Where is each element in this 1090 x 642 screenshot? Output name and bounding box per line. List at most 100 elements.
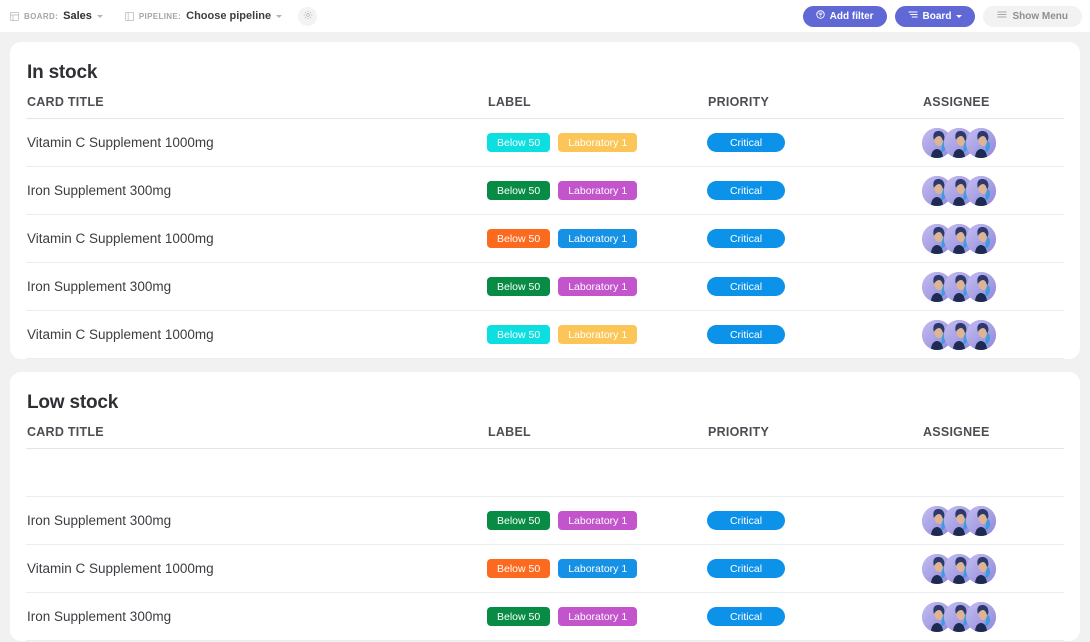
board-label: BOARD: bbox=[24, 11, 59, 21]
table-row[interactable]: Vitamin C Supplement 1000mg Below 50 Labor… bbox=[26, 544, 1064, 593]
card-title-text: Iron Supplement 300mg bbox=[27, 183, 172, 198]
cards-table: CARD TITLE LABEL PRIORITY ASSIGNEE Vitamin C… bbox=[26, 95, 1064, 359]
label-badge[interactable]: Laboratory 1 bbox=[558, 559, 638, 578]
settings-button[interactable] bbox=[298, 6, 318, 26]
label-badge[interactable]: Laboratory 1 bbox=[558, 511, 638, 530]
avatar[interactable] bbox=[966, 223, 996, 254]
chevron-down-icon[interactable] bbox=[276, 14, 283, 18]
label-badge[interactable]: Below 50 bbox=[487, 229, 551, 248]
toolbar-right-group: Add filter Board Show Menu bbox=[802, 5, 1082, 27]
label-badge[interactable]: Laboratory 1 bbox=[558, 181, 638, 200]
column-header-priority[interactable]: PRIORITY bbox=[707, 95, 922, 119]
label-badge[interactable]: Below 50 bbox=[487, 277, 551, 296]
column-header-assignee[interactable]: ASSIGNEE bbox=[922, 425, 1064, 449]
label-badge[interactable]: Below 50 bbox=[487, 607, 551, 626]
label-badge[interactable]: Below 50 bbox=[487, 181, 551, 200]
priority-badge[interactable]: Critical bbox=[707, 559, 785, 579]
assignee-avatars bbox=[922, 505, 1064, 536]
assignee-avatars bbox=[922, 601, 1064, 632]
group-title: Low stock bbox=[27, 392, 119, 413]
pipeline-selector[interactable]: PIPELINE: Choose pipeline bbox=[124, 10, 283, 22]
assignee-avatars bbox=[922, 319, 1064, 350]
label-badges: Below 50 Laboratory 1 bbox=[487, 229, 707, 248]
chevron-down-icon bbox=[956, 14, 963, 18]
table-row[interactable]: Iron Supplement 300mg Below 50 Laboratory … bbox=[26, 496, 1064, 545]
label-badges: Below 50 Laboratory 1 bbox=[487, 277, 707, 296]
avatar[interactable] bbox=[966, 553, 996, 584]
priority-badge[interactable]: Critical bbox=[707, 511, 785, 531]
pipeline-label: PIPELINE: bbox=[138, 11, 182, 21]
label-badge[interactable]: Laboratory 1 bbox=[558, 325, 638, 344]
filter-icon bbox=[815, 10, 825, 22]
avatar[interactable] bbox=[966, 601, 996, 632]
add-filter-button[interactable]: Add filter bbox=[802, 5, 887, 27]
chevron-down-icon[interactable] bbox=[96, 14, 103, 18]
priority-badge[interactable]: Critical bbox=[707, 607, 785, 627]
label-badge[interactable]: Laboratory 1 bbox=[558, 607, 638, 626]
view-switcher-button[interactable]: Board bbox=[894, 5, 976, 27]
table-row[interactable]: Iron Supplement 300mg Below 50 Laboratory … bbox=[26, 262, 1064, 311]
board-group-card: In stock CARD TITLE LABEL PRIORITY ASSIGNEE V… bbox=[10, 42, 1080, 359]
table-row[interactable]: Iron Supplement 300mg Below 50 Laboratory … bbox=[26, 166, 1064, 215]
table-row-empty bbox=[26, 448, 1064, 497]
top-toolbar: BOARD: Sales PIPELINE: Choose pipeline A… bbox=[0, 0, 1090, 32]
table-row[interactable]: Vitamin C Supplement 1000mg Below 50 Labor… bbox=[26, 310, 1064, 359]
table-header-row: CARD TITLE LABEL PRIORITY ASSIGNEE bbox=[26, 425, 1064, 449]
table-row[interactable]: Iron Supplement 300mg Below 50 Laboratory … bbox=[26, 592, 1064, 641]
view-switcher-label: Board bbox=[922, 10, 952, 22]
priority-badge[interactable]: Critical bbox=[707, 181, 785, 201]
priority-badge[interactable]: Critical bbox=[707, 133, 785, 153]
assignee-avatars bbox=[922, 175, 1064, 206]
card-title-text: Vitamin C Supplement 1000mg bbox=[27, 135, 214, 150]
card-title-text: Vitamin C Supplement 1000mg bbox=[27, 327, 214, 342]
label-badges: Below 50 Laboratory 1 bbox=[487, 559, 707, 578]
avatar[interactable] bbox=[966, 271, 996, 302]
assignee-avatars bbox=[922, 271, 1064, 302]
label-badges: Below 50 Laboratory 1 bbox=[487, 607, 707, 626]
gear-icon bbox=[303, 7, 313, 25]
assignee-avatars bbox=[922, 223, 1064, 254]
assignee-avatars bbox=[922, 127, 1064, 158]
card-title-text: Vitamin C Supplement 1000mg bbox=[27, 231, 214, 246]
priority-badge[interactable]: Critical bbox=[707, 277, 785, 297]
avatar[interactable] bbox=[966, 127, 996, 158]
table-header-row: CARD TITLE LABEL PRIORITY ASSIGNEE bbox=[26, 95, 1064, 119]
column-header-priority[interactable]: PRIORITY bbox=[707, 425, 922, 449]
label-badge[interactable]: Below 50 bbox=[487, 133, 551, 152]
avatar[interactable] bbox=[966, 319, 996, 350]
label-badges: Below 50 Laboratory 1 bbox=[487, 325, 707, 344]
label-badge[interactable]: Below 50 bbox=[487, 325, 551, 344]
column-header-label[interactable]: LABEL bbox=[487, 95, 707, 119]
pipeline-columns-icon bbox=[124, 11, 134, 21]
label-badge[interactable]: Below 50 bbox=[487, 511, 551, 530]
avatar[interactable] bbox=[966, 175, 996, 206]
label-badge[interactable]: Laboratory 1 bbox=[558, 229, 638, 248]
label-badge[interactable]: Laboratory 1 bbox=[558, 133, 638, 152]
board-group-card: Low stock CARD TITLE LABEL PRIORITY ASSIGNEE… bbox=[10, 372, 1080, 641]
avatar[interactable] bbox=[966, 505, 996, 536]
hamburger-icon bbox=[997, 10, 1008, 22]
table-row[interactable]: Vitamin C Supplement 1000mg Below 50 Labor… bbox=[26, 214, 1064, 263]
column-header-label[interactable]: LABEL bbox=[487, 425, 707, 449]
table-row[interactable]: Vitamin C Supplement 1000mg Below 50 Labor… bbox=[26, 118, 1064, 167]
assignee-avatars bbox=[922, 553, 1064, 584]
label-badge[interactable]: Laboratory 1 bbox=[558, 277, 638, 296]
pipeline-value: Choose pipeline bbox=[186, 10, 272, 22]
card-title-text: Iron Supplement 300mg bbox=[27, 513, 172, 528]
column-header-card-title[interactable]: CARD TITLE bbox=[26, 425, 487, 449]
priority-badge[interactable]: Critical bbox=[707, 229, 785, 249]
board-selector[interactable]: BOARD: Sales bbox=[10, 10, 103, 22]
card-title-text: Iron Supplement 300mg bbox=[27, 609, 172, 624]
show-menu-button[interactable]: Show Menu bbox=[983, 5, 1082, 27]
cards-table: CARD TITLE LABEL PRIORITY ASSIGNEE Iron Supp… bbox=[26, 425, 1064, 641]
label-badges: Below 50 Laboratory 1 bbox=[487, 133, 707, 152]
card-title-text: Vitamin C Supplement 1000mg bbox=[27, 561, 214, 576]
board-grid-icon bbox=[10, 11, 19, 21]
column-header-card-title[interactable]: CARD TITLE bbox=[26, 95, 487, 119]
board-view-icon bbox=[907, 10, 918, 22]
label-badge[interactable]: Below 50 bbox=[487, 559, 551, 578]
priority-badge[interactable]: Critical bbox=[707, 325, 785, 345]
column-header-assignee[interactable]: ASSIGNEE bbox=[922, 95, 1064, 119]
toolbar-left-group: BOARD: Sales PIPELINE: Choose pipeline bbox=[10, 6, 318, 26]
group-title: In stock bbox=[27, 62, 98, 83]
